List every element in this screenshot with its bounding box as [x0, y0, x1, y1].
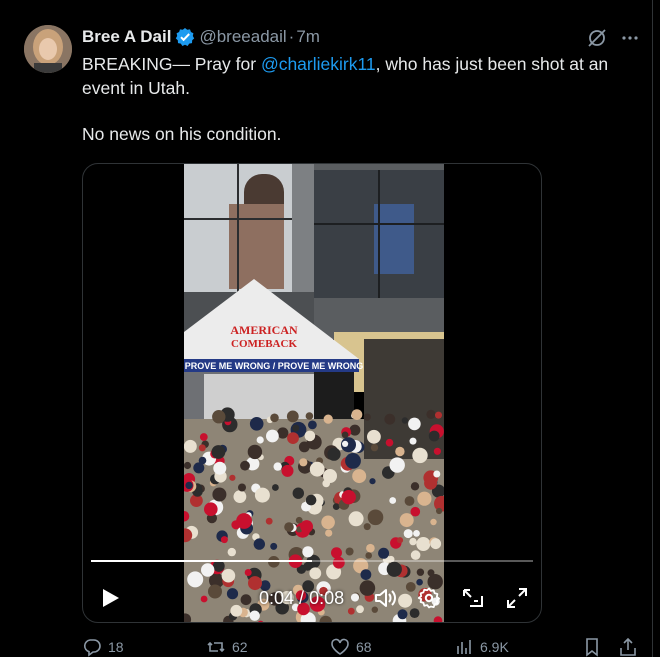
bookmark-icon [586, 638, 598, 657]
timestamp[interactable]: 7m [296, 27, 320, 47]
repost-icon [207, 641, 225, 653]
tweet-header: Bree A Dail @breeadail · 7m [82, 25, 320, 49]
banner-text: PROVE ME WRONG / PROVE ME WRONG [185, 361, 364, 371]
more-icon[interactable] [620, 28, 640, 48]
tweet-container: Bree A Dail @breeadail · 7m BREAKING— Pr… [0, 0, 653, 657]
like-count: 68 [356, 639, 372, 655]
views-button[interactable]: 6.9K [454, 637, 509, 657]
header-separator: · [288, 27, 295, 46]
fullscreen-icon[interactable] [505, 586, 529, 610]
tweet-text-line1: BREAKING— Pray for @charliekirk11, who h… [82, 52, 637, 100]
time-readout: 0:04 / 0:08 [259, 588, 344, 609]
share-button[interactable] [618, 637, 644, 657]
repost-count: 62 [232, 639, 248, 655]
share-icon [620, 637, 636, 656]
tweet-text: BREAKING— Pray for @charliekirk11, who h… [82, 52, 637, 146]
video-frame[interactable]: PROVE ME WRONG / PROVE ME WRONG AMERICAN… [184, 164, 444, 622]
pip-icon[interactable] [461, 586, 485, 610]
avatar[interactable] [24, 25, 72, 73]
time-divider: / [294, 588, 310, 608]
tweet-text-pre: BREAKING— Pray for [82, 54, 261, 74]
tent-text-2: COMEBACK [231, 338, 297, 350]
repost-button[interactable]: 62 [206, 637, 248, 657]
progress-bar[interactable] [91, 560, 533, 562]
reply-icon [83, 639, 101, 657]
current-time: 0:04 [259, 588, 295, 608]
like-button[interactable]: 68 [330, 637, 372, 657]
mention-link[interactable]: @charliekirk11 [261, 54, 376, 74]
views-icon [457, 640, 471, 654]
volume-icon[interactable] [373, 586, 399, 610]
tweet-text-line2: No news on his condition. [82, 124, 282, 144]
grok-icon[interactable] [586, 28, 608, 48]
settings-icon[interactable] [417, 586, 441, 610]
bookmark-button[interactable] [582, 637, 608, 657]
like-icon [331, 638, 349, 655]
reply-button[interactable]: 18 [82, 637, 124, 657]
tent-text-1: AMERICAN [230, 323, 298, 337]
author-name[interactable]: Bree A Dail [82, 27, 171, 47]
reply-count: 18 [108, 639, 124, 655]
verified-badge-icon [175, 27, 195, 47]
video-player[interactable]: PROVE ME WRONG / PROVE ME WRONG AMERICAN… [82, 163, 542, 623]
views-count: 6.9K [480, 639, 509, 655]
action-bar: 18 62 68 6.9K [82, 637, 642, 657]
progress-fill [91, 560, 312, 562]
duration: 0:08 [309, 588, 345, 608]
author-handle[interactable]: @breeadail [199, 27, 286, 47]
play-icon[interactable] [99, 586, 121, 610]
